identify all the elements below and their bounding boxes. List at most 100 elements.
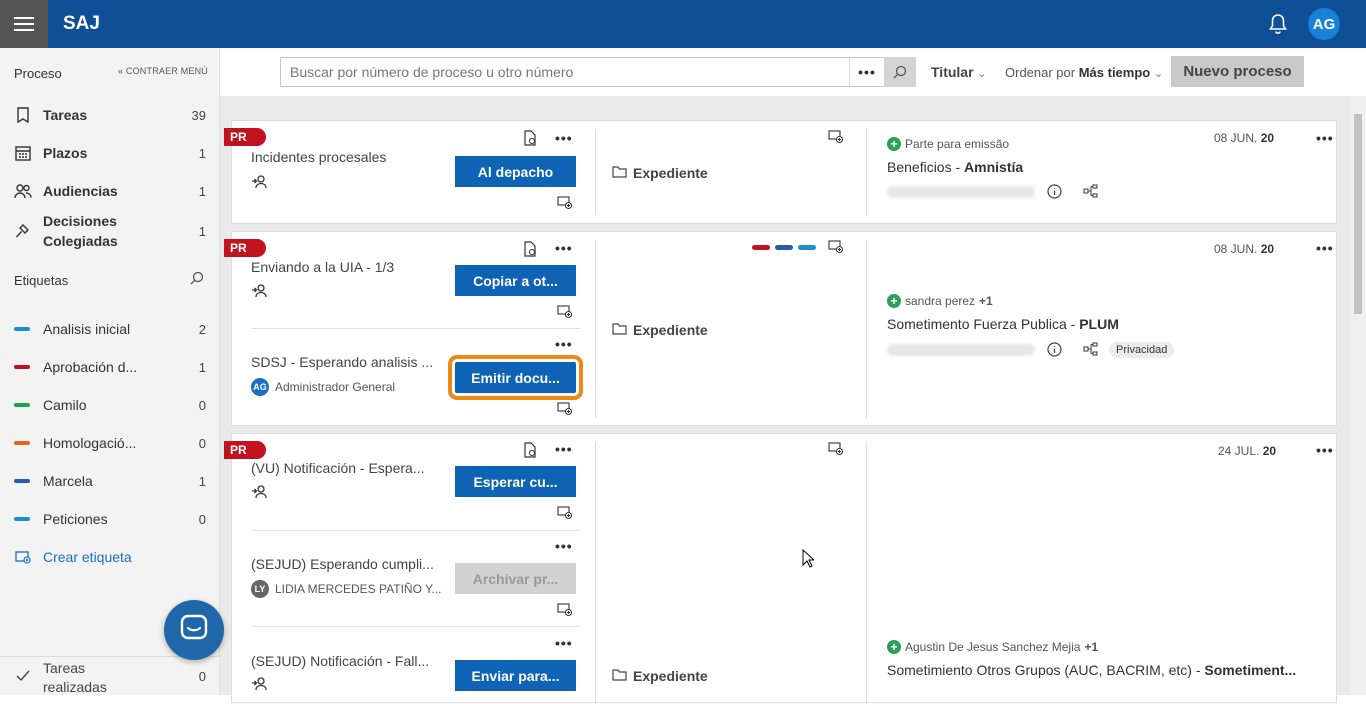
- task-action-button[interactable]: Archivar pr...: [455, 563, 576, 594]
- task-action-button[interactable]: Esperar cu...: [455, 466, 576, 497]
- date-day: 08 JUN.: [1214, 131, 1258, 145]
- sidebar-heading: Proceso: [14, 66, 62, 81]
- case-title[interactable]: Sometimiento Otros Grupos (AUC, BACRIM, …: [887, 662, 1296, 678]
- search-input[interactable]: [281, 58, 841, 86]
- assign-user-icon[interactable]: [251, 485, 267, 504]
- task-title[interactable]: Enviando a la UIA - 1/3: [251, 259, 394, 275]
- more-options-icon[interactable]: •••: [1316, 130, 1334, 146]
- scrollbar-thumb[interactable]: [1354, 114, 1362, 314]
- brand-logo[interactable]: SAJ: [63, 13, 100, 35]
- add-comment-icon[interactable]: [828, 130, 844, 149]
- sort-value: Más tiempo: [1078, 65, 1151, 80]
- completed-tasks-label: Tareas realizadas: [43, 660, 107, 695]
- add-comment-icon[interactable]: [557, 506, 573, 525]
- divider: [595, 442, 596, 704]
- add-comment-icon[interactable]: [557, 402, 573, 421]
- process-card[interactable]: PR Enviando a la UIA - 1/3 ••• Copiar a …: [224, 231, 1337, 426]
- tag-count: 1: [198, 473, 206, 489]
- case-title-text: Sometimiento Otros Grupos (AUC, BACRIM, …: [887, 662, 1205, 678]
- task-action-button[interactable]: Enviar para...: [455, 660, 576, 691]
- toolbar: ••• Titular ⌄ Ordenar por Más tiempo ⌄ N…: [220, 48, 1366, 96]
- task-title[interactable]: (SEJUD) Notificación - Fall...: [251, 653, 429, 669]
- task-action-button[interactable]: Copiar a ot...: [455, 265, 576, 296]
- more-options-icon[interactable]: •••: [555, 130, 573, 146]
- hierarchy-icon[interactable]: [1083, 342, 1098, 361]
- more-options-icon[interactable]: •••: [555, 441, 573, 457]
- document-icon[interactable]: [523, 442, 537, 463]
- task-action-button[interactable]: Emitir docu...: [448, 355, 583, 400]
- completed-tasks[interactable]: Tareas realizadas 0: [0, 656, 220, 695]
- check-icon: [16, 669, 30, 687]
- process-card[interactable]: PR (VU) Notificación - Espera... ••• Esp…: [224, 433, 1337, 704]
- add-comment-icon[interactable]: [557, 305, 573, 324]
- task-action-button[interactable]: Al depacho: [455, 156, 576, 187]
- tag-label: Aprobación d...: [43, 359, 138, 375]
- info-icon[interactable]: [1047, 342, 1062, 362]
- add-comment-icon[interactable]: [557, 603, 573, 622]
- tag-label: Homologació...: [43, 435, 137, 451]
- search-button[interactable]: [884, 57, 916, 87]
- tag-item[interactable]: Camilo 0: [0, 387, 220, 423]
- info-icon[interactable]: [1047, 184, 1062, 204]
- user-avatar[interactable]: AG: [1308, 8, 1340, 40]
- scrollbar[interactable]: [1350, 96, 1366, 695]
- sidebar-item-plazos[interactable]: Plazos 1: [0, 135, 220, 171]
- bell-icon[interactable]: [1268, 13, 1288, 40]
- hierarchy-icon[interactable]: [1083, 184, 1098, 203]
- tag-item[interactable]: Peticiones 0: [0, 501, 220, 537]
- plus-icon[interactable]: +: [887, 640, 901, 654]
- tag-item[interactable]: Aprobación d... 1: [0, 349, 220, 385]
- expediente-link[interactable]: Expediente: [612, 165, 708, 181]
- sidebar-item-decisiones[interactable]: Decisiones Colegiadas 1: [0, 210, 220, 252]
- assign-user-icon[interactable]: [251, 677, 267, 696]
- add-comment-icon[interactable]: [828, 442, 844, 461]
- date-year: 20: [1260, 242, 1275, 256]
- new-process-button[interactable]: Nuevo proceso: [1171, 56, 1304, 87]
- collapse-menu-link[interactable]: « CONTRAER MENÚ: [118, 66, 208, 76]
- expediente-link[interactable]: Expediente: [612, 668, 708, 684]
- create-tag-label: Crear etiqueta: [43, 549, 132, 565]
- more-options-icon[interactable]: •••: [555, 538, 573, 554]
- sidebar-item-tareas[interactable]: Tareas 39: [0, 97, 220, 133]
- case-title[interactable]: Beneficios - Amnistía: [887, 159, 1023, 175]
- more-options-icon[interactable]: •••: [555, 336, 573, 352]
- assign-user-icon[interactable]: [251, 284, 267, 303]
- case-title-bold: PLUM: [1079, 316, 1119, 332]
- chat-launcher-button[interactable]: [164, 600, 224, 660]
- document-icon[interactable]: [523, 241, 537, 262]
- task-title[interactable]: (VU) Notificación - Espera...: [251, 460, 425, 476]
- search-icon[interactable]: [190, 271, 204, 290]
- assign-user-icon[interactable]: [251, 175, 267, 194]
- add-comment-icon[interactable]: [828, 240, 844, 259]
- tag-color: [14, 479, 30, 483]
- add-comment-icon[interactable]: [557, 196, 573, 215]
- completed-tasks-count: 0: [198, 669, 206, 684]
- task-assignee: AG Administrador General: [251, 378, 395, 396]
- task-title[interactable]: SDSJ - Esperando analisis ...: [251, 354, 433, 370]
- tag-item[interactable]: Homologació... 0: [0, 425, 220, 461]
- sidebar-item-audiencias[interactable]: Audiencias 1: [0, 173, 220, 209]
- titular-dropdown[interactable]: Titular ⌄: [931, 64, 987, 80]
- redacted-number: [887, 344, 1035, 356]
- more-options-icon[interactable]: •••: [555, 635, 573, 651]
- plus-icon[interactable]: +: [887, 137, 901, 151]
- sort-dropdown[interactable]: Ordenar por Más tiempo ⌄: [1005, 65, 1163, 80]
- search-more-button[interactable]: •••: [849, 58, 884, 86]
- document-icon[interactable]: [523, 130, 537, 151]
- tag-item[interactable]: Marcela 1: [0, 463, 220, 499]
- more-options-icon[interactable]: •••: [1316, 442, 1334, 458]
- process-card[interactable]: PR Incidentes procesales ••• Al depacho …: [224, 120, 1337, 224]
- titular-label: Titular: [931, 64, 974, 80]
- task-title[interactable]: (SEJUD) Esperando cumpli...: [251, 556, 434, 572]
- people-icon: [14, 183, 32, 199]
- case-title[interactable]: Sometimento Fuerza Publica - PLUM: [887, 316, 1119, 332]
- menu-icon[interactable]: [0, 0, 48, 48]
- more-options-icon[interactable]: •••: [555, 240, 573, 256]
- expediente-link[interactable]: Expediente: [612, 322, 708, 338]
- plus-icon[interactable]: +: [887, 294, 901, 308]
- tag-color: [14, 517, 30, 521]
- task-title[interactable]: Incidentes procesales: [251, 149, 386, 165]
- create-tag-link[interactable]: Crear etiqueta: [0, 539, 220, 575]
- more-options-icon[interactable]: •••: [1316, 240, 1334, 256]
- tag-item[interactable]: Analisis inicial 2: [0, 311, 220, 347]
